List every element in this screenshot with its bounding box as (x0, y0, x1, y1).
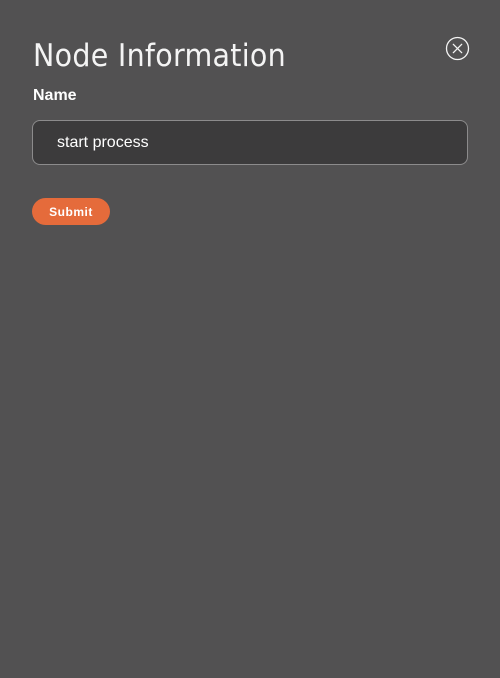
node-information-panel: Node Information Name Submit (0, 0, 500, 678)
close-button[interactable] (445, 36, 470, 61)
name-field-label: Name (33, 87, 77, 104)
name-input[interactable] (32, 120, 468, 165)
submit-button[interactable]: Submit (32, 198, 110, 225)
close-circle-icon (445, 36, 470, 61)
panel-title: Node Information (33, 38, 287, 74)
